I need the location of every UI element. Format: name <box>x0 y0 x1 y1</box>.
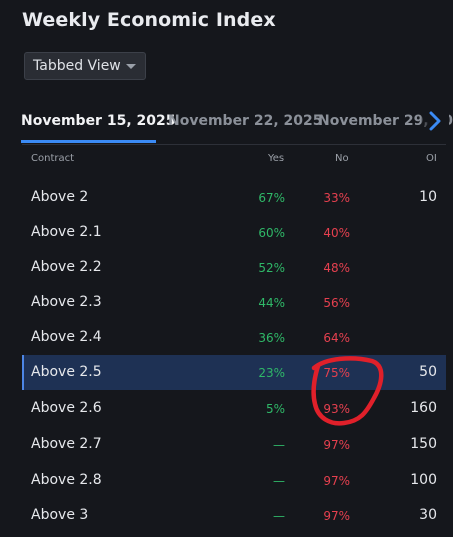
open-interest: 100 <box>410 472 437 488</box>
no-price[interactable]: 97% <box>323 438 350 452</box>
open-interest: 30 <box>419 507 437 523</box>
no-price[interactable]: 40% <box>323 226 350 240</box>
view-selector-dropdown[interactable]: Tabbed View <box>24 52 146 80</box>
yes-price[interactable]: — <box>273 474 285 488</box>
yes-price[interactable]: 44% <box>258 296 285 310</box>
open-interest: 150 <box>410 436 437 452</box>
active-tab-indicator <box>21 140 156 143</box>
no-price[interactable]: 93% <box>323 402 350 416</box>
table-row[interactable]: Above 2 67% 33% 10 <box>22 180 446 215</box>
contract-name: Above 2.2 <box>31 259 102 275</box>
caret-down-icon <box>126 64 136 69</box>
no-price[interactable]: 97% <box>323 509 350 523</box>
column-header-yes: Yes <box>268 153 285 164</box>
tab-november-15[interactable]: November 15, 2025 <box>21 113 175 129</box>
yes-price[interactable]: — <box>273 509 285 523</box>
table-row[interactable]: Above 2.6 5% 93% 160 <box>22 391 446 426</box>
page-title: Weekly Economic Index <box>22 9 276 31</box>
contract-name: Above 3 <box>31 507 89 523</box>
open-interest: 50 <box>419 364 437 380</box>
table-row-selected[interactable]: Above 2.5 23% 75% 50 <box>22 355 446 390</box>
yes-price[interactable]: 5% <box>266 402 285 416</box>
yes-price[interactable]: 36% <box>258 331 285 345</box>
contract-name: Above 2.8 <box>31 472 102 488</box>
tabs-divider <box>22 144 446 145</box>
yes-price[interactable]: 67% <box>258 191 285 205</box>
table-row[interactable]: Above 2.3 44% 56% <box>22 285 446 320</box>
open-interest: 10 <box>419 189 437 205</box>
tab-scroll-right-button[interactable] <box>421 110 449 132</box>
yes-price[interactable]: 60% <box>258 226 285 240</box>
contract-name: Above 2.3 <box>31 294 102 310</box>
column-header-contract: Contract <box>31 153 75 164</box>
no-price[interactable]: 56% <box>323 296 350 310</box>
contract-name: Above 2.4 <box>31 329 102 345</box>
no-price[interactable]: 48% <box>323 261 350 275</box>
contract-name: Above 2 <box>31 189 89 205</box>
chevron-right-icon <box>429 111 441 131</box>
no-price[interactable]: 33% <box>323 191 350 205</box>
date-tabs: November 15, 2025 November 22, 2025 Nove… <box>0 110 453 144</box>
table-row[interactable]: Above 2.2 52% 48% <box>22 250 446 285</box>
yes-price[interactable]: — <box>273 438 285 452</box>
no-price[interactable]: 64% <box>323 331 350 345</box>
table-row[interactable]: Above 2.4 36% 64% <box>22 320 446 355</box>
column-header-oi: OI <box>426 153 437 164</box>
contract-name: Above 2.1 <box>31 224 102 240</box>
contract-name: Above 2.5 <box>31 364 102 380</box>
table-row[interactable]: Above 2.1 60% 40% <box>22 215 446 250</box>
table-row[interactable]: Above 2.7 — 97% 150 <box>22 427 446 462</box>
column-header-no: No <box>335 153 349 164</box>
table-row[interactable]: Above 3 — 97% 30 <box>22 498 446 533</box>
contract-name: Above 2.6 <box>31 400 102 416</box>
open-interest: 160 <box>410 400 437 416</box>
tab-november-22[interactable]: November 22, 2025 <box>168 113 322 129</box>
no-price[interactable]: 75% <box>323 366 350 380</box>
table-row[interactable]: Above 2.8 — 97% 100 <box>22 463 446 498</box>
contract-name: Above 2.7 <box>31 436 102 452</box>
yes-price[interactable]: 52% <box>258 261 285 275</box>
view-selector-label: Tabbed View <box>33 58 121 74</box>
yes-price[interactable]: 23% <box>258 366 285 380</box>
no-price[interactable]: 97% <box>323 474 350 488</box>
